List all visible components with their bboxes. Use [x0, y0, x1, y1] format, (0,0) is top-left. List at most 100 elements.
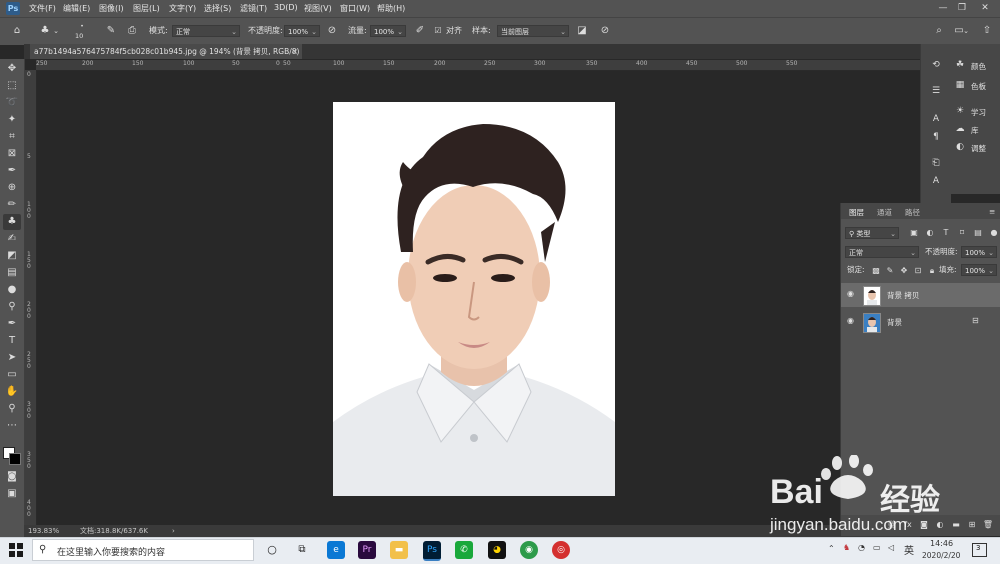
tray-app-icon[interactable]: ♞	[843, 543, 850, 552]
close-button[interactable]: ✕	[976, 2, 994, 15]
tray-chevron-icon[interactable]: ⌃	[828, 544, 835, 553]
restore-button[interactable]: ❐	[953, 2, 971, 15]
document-tab[interactable]: a77b1494a576475784f5cb028c01b945.jpg @ 1…	[30, 44, 302, 59]
layer-filter-select[interactable]: ⚲ 类型 ⌄	[845, 227, 899, 239]
panel-label-swatches[interactable]: 色板	[971, 81, 986, 92]
layer-name[interactable]: 背景 拷贝	[887, 290, 919, 301]
sample-select[interactable]: 当前图层 ⌄	[497, 25, 569, 37]
filter-toggle-icon[interactable]: ●	[987, 226, 1000, 240]
menu-file[interactable]: 文件(F)	[29, 3, 56, 14]
opacity-field[interactable]: 100% ⌄	[284, 25, 320, 37]
panel-label-adjustments[interactable]: 调整	[971, 143, 986, 154]
menu-3d[interactable]: 3D(D)	[274, 3, 298, 12]
filter-adjustment-icon[interactable]: ◐	[923, 226, 937, 240]
history-icon[interactable]: ⟲	[928, 58, 944, 72]
tab-channels[interactable]: 通道	[877, 207, 892, 218]
brush-panel-icon[interactable]: ✎	[104, 24, 118, 38]
mode-select[interactable]: 正常 ⌄	[172, 25, 240, 37]
lock-all-icon[interactable]: 🔒︎	[925, 264, 939, 278]
hand-tool-icon[interactable]: ✋	[3, 384, 21, 400]
menu-window[interactable]: 窗口(W)	[340, 3, 370, 14]
menu-type[interactable]: 文字(Y)	[169, 3, 196, 14]
eraser-tool-icon[interactable]: ◩	[3, 248, 21, 264]
panel-label-color[interactable]: 颜色	[971, 61, 986, 72]
wechat-icon[interactable]: ✆	[455, 541, 473, 559]
type-tool-icon[interactable]: T	[3, 333, 21, 349]
visibility-eye-icon[interactable]: ◉	[847, 289, 857, 299]
edge-icon[interactable]: e	[327, 541, 345, 559]
lock-artboard-icon[interactable]: ⊡	[911, 264, 925, 278]
clone-stamp-preset-icon[interactable]: ♣	[38, 24, 52, 38]
blur-tool-icon[interactable]: ●	[3, 282, 21, 298]
document-canvas[interactable]	[333, 102, 615, 496]
clock-time[interactable]: 14:46	[930, 539, 953, 548]
clone-stamp-tool-icon[interactable]: ♣	[3, 214, 21, 230]
filter-pixel-icon[interactable]: ▣	[907, 226, 921, 240]
palette-icon[interactable]: ☘	[952, 58, 968, 72]
taskbar-search[interactable]: ⚲ 在这里输入你要搜索的内容	[32, 539, 254, 561]
path-selection-tool-icon[interactable]: ➤	[3, 350, 21, 366]
blend-mode-select[interactable]: 正常 ⌄	[845, 246, 919, 258]
lock-pixels-icon[interactable]: ✎	[883, 264, 897, 278]
notification-icon[interactable]: 3	[972, 543, 987, 557]
properties-icon[interactable]: ☰	[928, 84, 944, 98]
search-icon[interactable]: ⌕	[932, 24, 946, 38]
home-icon[interactable]: ⌂	[10, 24, 24, 38]
netease-music-icon[interactable]: ◎	[552, 541, 570, 559]
move-tool-icon[interactable]: ✥	[3, 61, 21, 77]
lock-transparency-icon[interactable]: ▩	[869, 264, 883, 278]
layer-row-background[interactable]: ◉ 背景 ⊟	[841, 310, 1000, 334]
brush-settings-icon[interactable]: ⎗	[928, 156, 944, 170]
pressure-size-icon[interactable]: ⊘	[598, 24, 612, 38]
frame-tool-icon[interactable]: ⊠	[3, 146, 21, 162]
background-color-swatch[interactable]	[9, 453, 21, 465]
chevron-down-icon[interactable]: ⌄	[962, 24, 970, 38]
healing-brush-tool-icon[interactable]: ⊕	[3, 180, 21, 196]
pressure-opacity-icon[interactable]: ⊘	[325, 24, 339, 38]
fill-field[interactable]: 100% ⌄	[961, 264, 997, 276]
menu-view[interactable]: 视图(V)	[304, 3, 332, 14]
paragraph-icon[interactable]: ¶	[928, 130, 944, 144]
zoom-tool-icon[interactable]: ⚲	[3, 401, 21, 417]
premiere-icon[interactable]: Pr	[358, 541, 376, 559]
layer-row-background-copy[interactable]: ◉ 背景 拷贝	[841, 283, 1000, 307]
network-icon[interactable]: ▭	[873, 543, 881, 552]
close-tab-icon[interactable]: ×	[292, 44, 298, 59]
align-checkbox[interactable]: ☑	[431, 24, 445, 38]
volume-icon[interactable]: ◁	[888, 543, 894, 552]
marquee-tool-icon[interactable]: ⬚	[3, 78, 21, 94]
filter-shape-icon[interactable]: ⌑	[955, 226, 969, 240]
clock-date[interactable]: 2020/2/20	[922, 551, 960, 560]
gradient-tool-icon[interactable]: ▤	[3, 265, 21, 281]
adjust-icon[interactable]: ◐	[952, 140, 968, 154]
clone-source-icon[interactable]: ⎙	[125, 24, 139, 38]
library-icon[interactable]: ☁	[952, 122, 968, 136]
file-explorer-icon[interactable]: ▬	[390, 541, 408, 559]
history-brush-tool-icon[interactable]: ✍	[3, 231, 21, 247]
browser-icon[interactable]: ◉	[520, 541, 538, 559]
lock-position-icon[interactable]: ✥	[897, 264, 911, 278]
magic-wand-tool-icon[interactable]: ✦	[3, 112, 21, 128]
brush-size[interactable]: 10	[75, 28, 83, 44]
cortana-icon[interactable]: ○	[263, 541, 281, 559]
status-arrow-icon[interactable]: ›	[172, 525, 175, 537]
qq-icon[interactable]: ◕	[488, 541, 506, 559]
quick-mask-icon[interactable]: ◙	[3, 469, 21, 485]
tab-paths[interactable]: 路径	[905, 207, 920, 218]
brush-tool-icon[interactable]: ✏	[3, 197, 21, 213]
character-icon[interactable]: A	[928, 112, 944, 126]
menu-edit[interactable]: 编辑(E)	[63, 3, 90, 14]
menu-image[interactable]: 图像(I)	[99, 3, 124, 14]
screen-mode-icon[interactable]: ▣	[3, 486, 21, 502]
menu-select[interactable]: 选择(S)	[204, 3, 231, 14]
panel-label-libraries[interactable]: 库	[971, 125, 979, 136]
chevron-down-icon[interactable]: ⌄	[52, 24, 60, 38]
task-view-icon[interactable]: ⧉	[293, 541, 311, 559]
airbrush-icon[interactable]: ✐	[413, 24, 427, 38]
layer-opacity-field[interactable]: 100% ⌄	[961, 246, 997, 258]
zoom-level[interactable]: 193.83%	[28, 525, 59, 537]
layer-name[interactable]: 背景	[887, 317, 902, 328]
filter-type-icon[interactable]: T	[939, 226, 953, 240]
panel-menu-icon[interactable]: ≡	[989, 207, 995, 216]
pen-tool-icon[interactable]: ✒	[3, 316, 21, 332]
